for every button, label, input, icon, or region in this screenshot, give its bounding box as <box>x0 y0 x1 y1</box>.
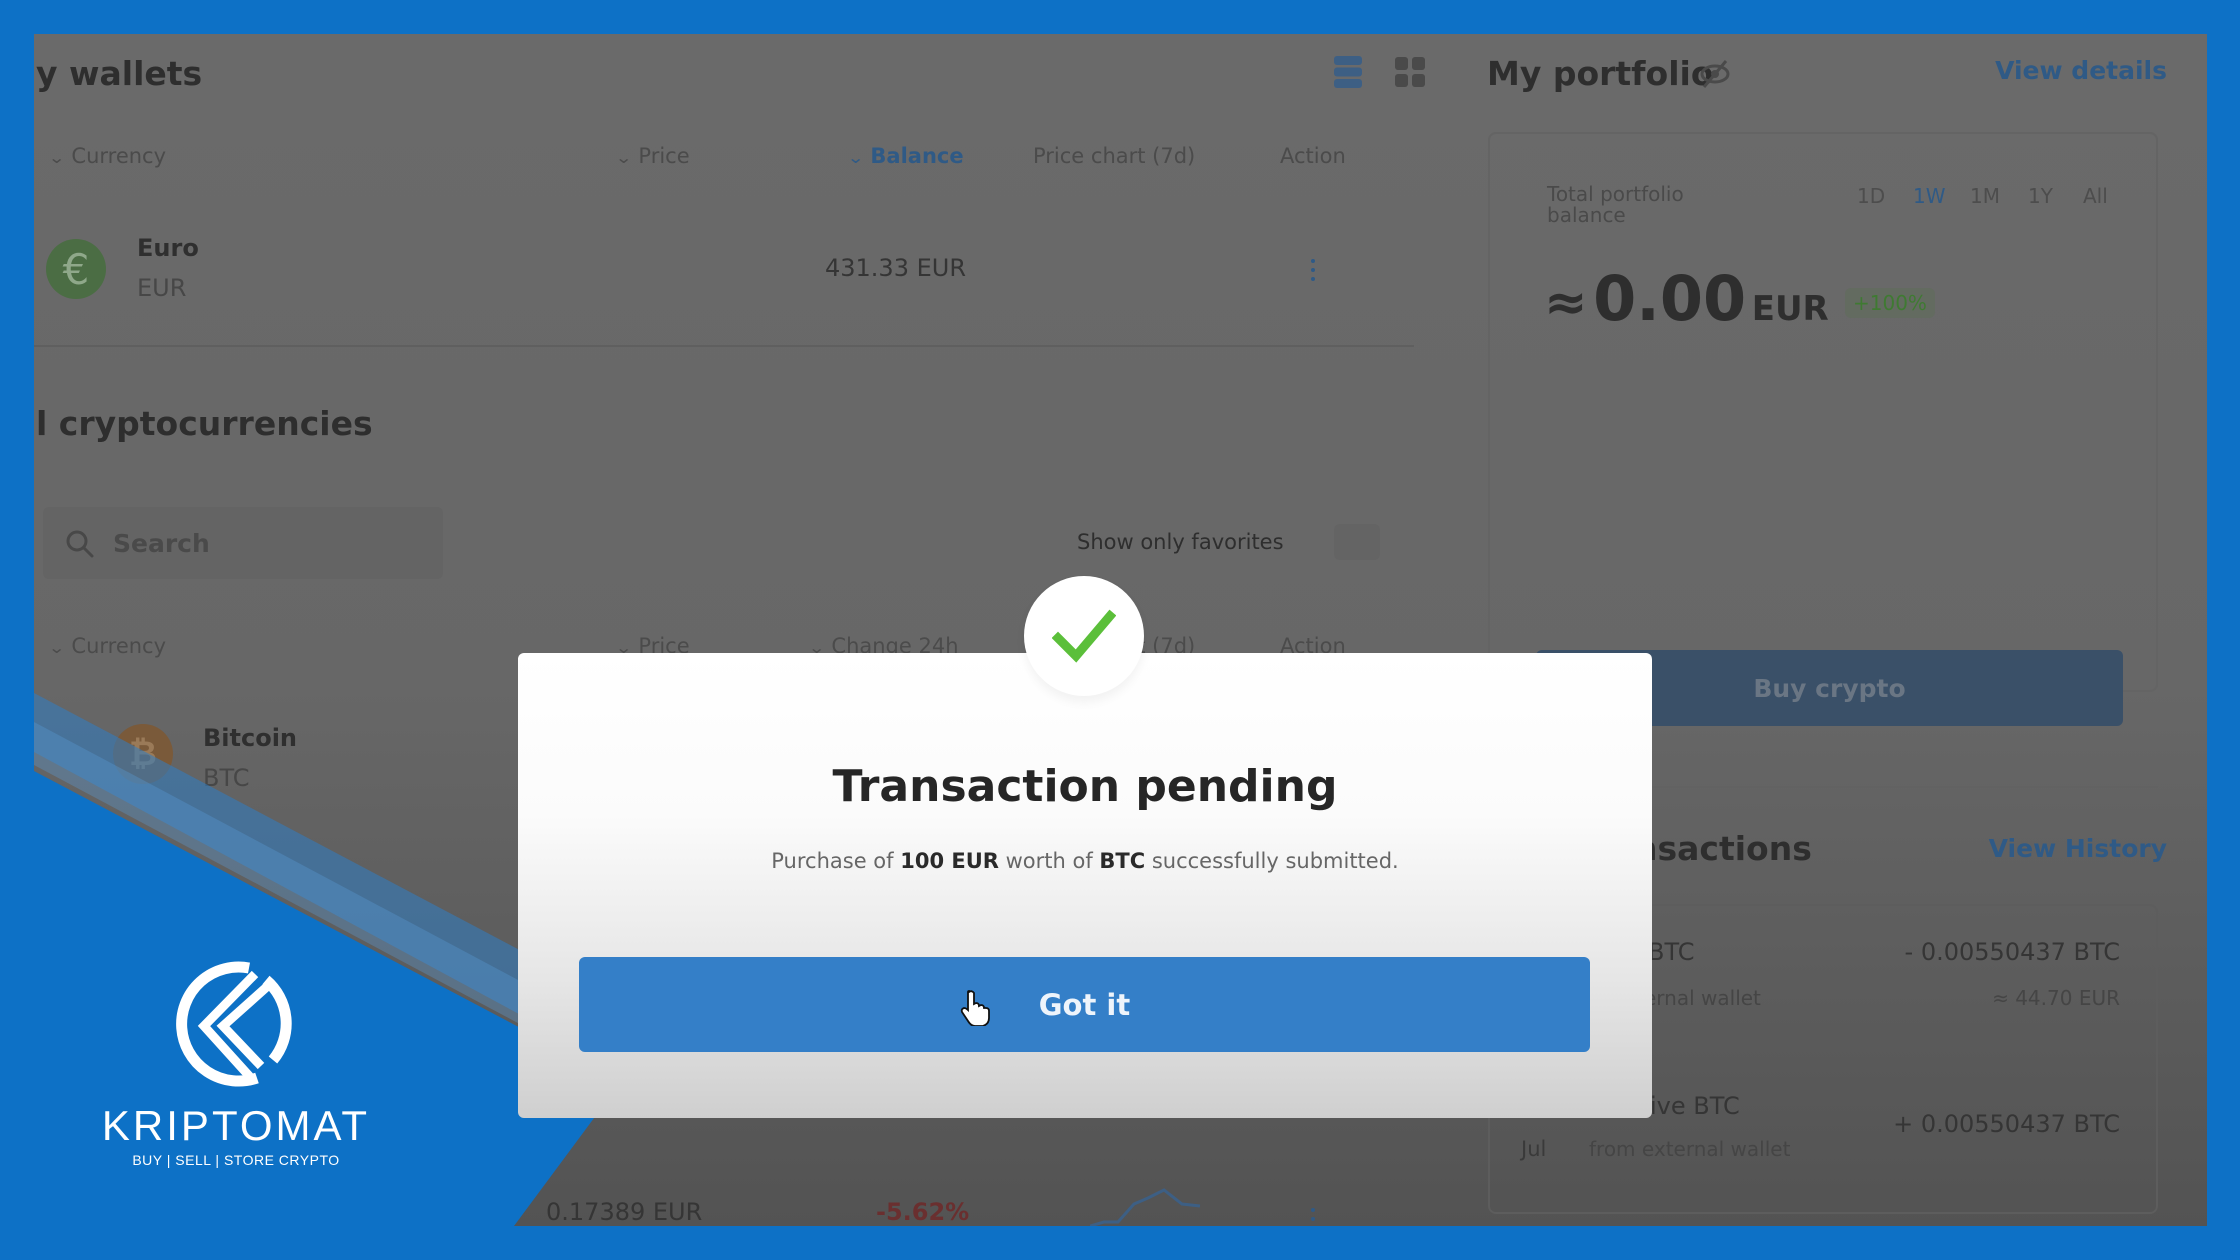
got-it-button[interactable]: Got it <box>579 957 1590 1052</box>
purchase-asset: BTC <box>1099 849 1146 873</box>
purchase-amount: 100 EUR <box>900 849 999 873</box>
checkmark-icon <box>1052 609 1116 663</box>
modal-title: Transaction pending <box>832 761 1338 812</box>
brand-name: KRIPTOMAT <box>101 1102 371 1149</box>
hand-cursor-icon <box>960 990 990 1026</box>
modal-message: Purchase of 100 EUR worth of BTC success… <box>771 849 1399 873</box>
kriptomat-logo: KRIPTOMAT BUY | SELL | STORE CRYPTO <box>76 960 396 1168</box>
brand-tagline: BUY | SELL | STORE CRYPTO <box>132 1152 340 1168</box>
success-badge <box>1024 576 1144 696</box>
kriptomat-logo-icon <box>176 961 292 1087</box>
transaction-modal: Transaction pending Purchase of 100 EUR … <box>518 653 1652 1118</box>
